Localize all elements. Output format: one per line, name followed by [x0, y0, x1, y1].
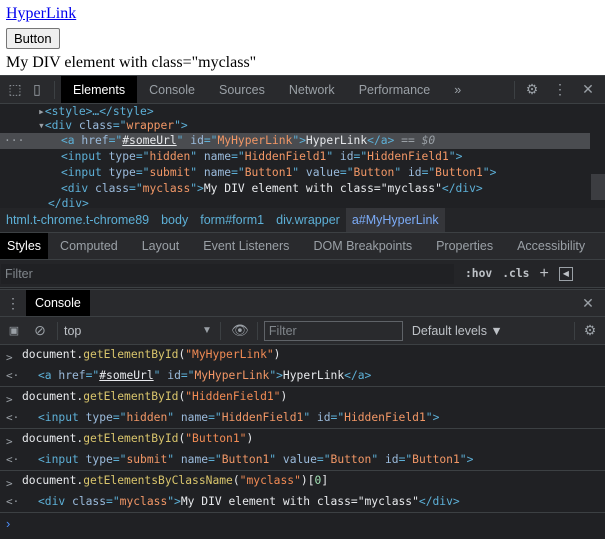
tab-sources[interactable]: Sources: [207, 76, 277, 103]
breadcrumb-form[interactable]: form#form1: [194, 208, 270, 232]
console-result[interactable]: <div class="myclass">My DIV element with…: [38, 495, 460, 508]
console-input: document.getElementById("HiddenField1"): [22, 390, 288, 403]
eye-icon[interactable]: 👁: [229, 322, 251, 339]
breadcrumb-body[interactable]: body: [155, 208, 194, 232]
console-result[interactable]: <input type="submit" name="Button1" valu…: [38, 453, 473, 466]
web-page: HyperLink Button My DIV element with cla…: [0, 0, 605, 75]
kebab-menu-icon[interactable]: ⋮: [549, 81, 571, 98]
new-style-rule-button[interactable]: +: [539, 265, 548, 283]
dom-node-submit-input[interactable]: <input type="submit" name="Button1" valu…: [61, 165, 496, 180]
button1[interactable]: Button: [6, 28, 60, 49]
styles-filter-bar: Filter :hov .cls + ◀: [0, 260, 605, 288]
tab-properties[interactable]: Properties: [424, 233, 505, 259]
drawer-menu-icon[interactable]: ⋮: [0, 295, 26, 312]
hov-button[interactable]: :hov: [465, 267, 492, 280]
myclass-div: My DIV element with class="myclass": [6, 54, 257, 71]
console-input: document.getElementsByClassName("myclass…: [22, 474, 329, 487]
sidebar-toggle-icon[interactable]: ▣: [3, 324, 25, 337]
dom-tree[interactable]: ▸<style>…</style> ▾<div class="wrapper">…: [0, 104, 605, 208]
tab-network[interactable]: Network: [277, 76, 347, 103]
gear-icon[interactable]: ⚙: [521, 81, 543, 98]
console-entry: > document.getElementById("Button1") <· …: [0, 429, 605, 471]
inspect-element-icon[interactable]: ⬚: [4, 81, 26, 98]
dom-node-a[interactable]: <a href="#someUrl" id="MyHyperLink">Hype…: [61, 133, 435, 148]
dom-node-style[interactable]: ▸<style>…</style>: [38, 104, 154, 119]
log-levels-dropdown[interactable]: Default levels ▼: [412, 324, 503, 338]
cls-button[interactable]: .cls: [502, 267, 529, 280]
toggle-sidebar-icon[interactable]: ◀: [558, 266, 573, 281]
console-input: document.getElementById("MyHyperLink"): [22, 348, 281, 361]
breadcrumb: html.t-chrome.t-chrome89 body form#form1…: [0, 208, 605, 233]
tab-event-listeners[interactable]: Event Listeners: [191, 233, 301, 259]
prompt-chevron-icon: ›: [6, 516, 11, 531]
tab-performance[interactable]: Performance: [347, 76, 443, 103]
styles-filter-input[interactable]: Filter: [1, 263, 454, 284]
console-entry: > document.getElementsByClassName("mycla…: [0, 471, 605, 513]
breadcrumb-wrapper[interactable]: div.wrapper: [270, 208, 346, 232]
tab-elements[interactable]: Elements: [61, 76, 138, 103]
console-input: document.getElementById("Button1"): [22, 432, 254, 445]
tab-accessibility[interactable]: Accessibility: [505, 233, 597, 259]
dom-node-hidden-input[interactable]: <input type="hidden" name="HiddenField1"…: [61, 149, 462, 164]
context-selector[interactable]: top: [64, 324, 202, 338]
console-toolbar: ▣ ⊘ top ▼ 👁 Filter Default levels ▼ ⚙: [0, 317, 605, 345]
console-prompt[interactable]: ›: [0, 513, 605, 539]
more-tabs-button[interactable]: »: [442, 76, 473, 103]
devtools-toolbar: ⬚ ▯ Elements Console Sources Network Per…: [0, 75, 605, 104]
clear-console-icon[interactable]: ⊘: [29, 322, 51, 339]
tab-styles[interactable]: Styles: [0, 233, 49, 259]
console-result[interactable]: <input type="hidden" name="HiddenField1"…: [38, 411, 439, 424]
breadcrumb-a[interactable]: a#MyHyperLink: [345, 208, 445, 232]
console-entry: > document.getElementById("HiddenField1"…: [0, 387, 605, 429]
dom-node-wrapper[interactable]: ▾<div class="wrapper">: [38, 118, 188, 133]
console-entry: > document.getElementById("MyHyperLink")…: [0, 345, 605, 387]
context-dropdown-icon[interactable]: ▼: [202, 325, 212, 336]
dom-node-myclass-div[interactable]: <div class="myclass">My DIV element with…: [61, 181, 483, 196]
styles-tabs: Styles Computed Layout Event Listeners D…: [0, 233, 605, 260]
console-settings-icon[interactable]: ⚙: [579, 322, 601, 339]
drawer-tab-console[interactable]: Console: [26, 290, 90, 316]
tab-dom-breakpoints[interactable]: DOM Breakpoints: [301, 233, 424, 259]
device-toolbar-icon[interactable]: ▯: [26, 81, 48, 98]
close-drawer-icon[interactable]: ✕: [577, 295, 599, 312]
hyperlink[interactable]: HyperLink: [6, 5, 76, 23]
tab-computed[interactable]: Computed: [48, 233, 130, 259]
tab-console[interactable]: Console: [137, 76, 207, 103]
dom-scrollbar[interactable]: [591, 174, 605, 200]
breadcrumb-html[interactable]: html.t-chrome.t-chrome89: [0, 208, 155, 232]
console-filter-input[interactable]: Filter: [263, 320, 403, 341]
close-icon[interactable]: ✕: [577, 81, 599, 98]
console-result[interactable]: <a href="#someUrl" id="MyHyperLink">Hype…: [38, 369, 371, 382]
drawer-header: ⋮ Console ✕: [0, 289, 605, 317]
dom-node-wrapper-close[interactable]: </div>: [48, 196, 89, 208]
tab-layout[interactable]: Layout: [130, 233, 192, 259]
